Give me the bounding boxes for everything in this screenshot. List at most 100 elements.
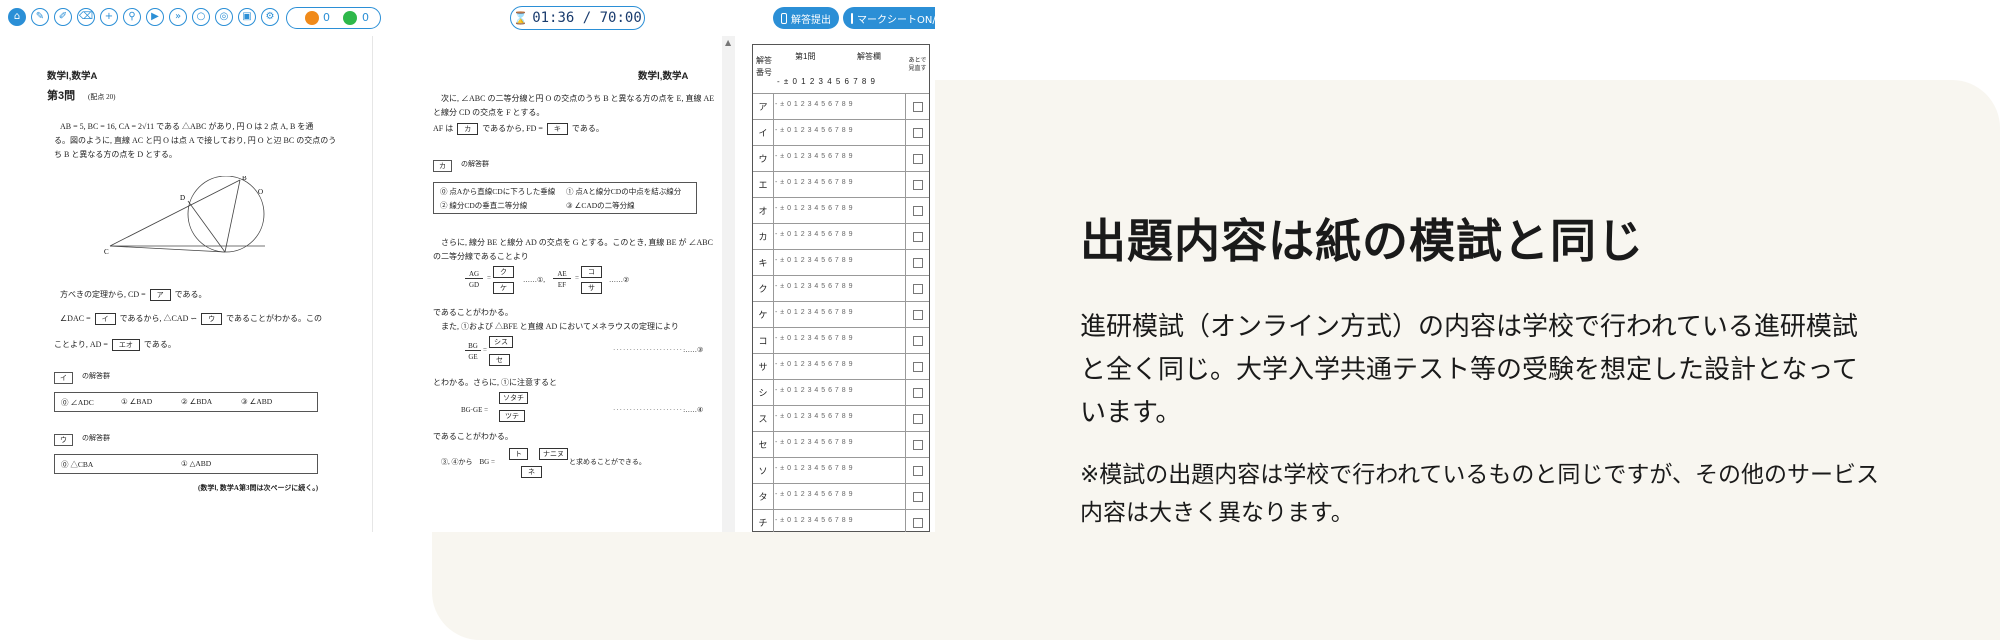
mark-row: ク- ± 0 1 2 3 4 5 6 7 8 9 bbox=[753, 275, 929, 302]
mark-row-label: サ bbox=[753, 354, 774, 380]
answer-option[interactable]: ① ∠BAD bbox=[121, 397, 152, 406]
answer-option[interactable]: ⓪ △CBA bbox=[61, 459, 93, 470]
answer-bubbles[interactable]: - ± 0 1 2 3 4 5 6 7 8 9 bbox=[775, 413, 853, 420]
col-answer-header: 解答欄 bbox=[857, 52, 881, 61]
review-later-checkbox[interactable] bbox=[913, 284, 923, 294]
review-later-checkbox[interactable] bbox=[913, 232, 923, 242]
mark-row-label: エ bbox=[753, 172, 774, 198]
answer-option[interactable]: ① 点Aと線分CDの中点を結ぶ線分 bbox=[566, 186, 681, 197]
answer-box[interactable]: ソタチ bbox=[499, 392, 528, 404]
mark-row-label: ソ bbox=[753, 458, 774, 484]
answer-box[interactable]: セ bbox=[489, 354, 510, 366]
answer-option[interactable]: ① △ABD bbox=[181, 459, 211, 468]
answer-bubbles[interactable]: - ± 0 1 2 3 4 5 6 7 8 9 bbox=[775, 257, 853, 264]
scroll-up-icon[interactable]: ▲ bbox=[725, 38, 731, 47]
review-later-checkbox[interactable] bbox=[913, 492, 923, 502]
orange-marker-icon bbox=[305, 11, 319, 25]
review-later-checkbox[interactable] bbox=[913, 466, 923, 476]
intro-line: る。図のように, 直線 AC と円 O は点 A で接しており, 円 O と辺 … bbox=[54, 136, 337, 145]
note-icon[interactable]: ✐ bbox=[54, 8, 72, 26]
answer-box[interactable]: カ bbox=[457, 123, 479, 135]
review-later-checkbox[interactable] bbox=[913, 440, 923, 450]
feature-heading: 出題内容は紙の模試と同じ bbox=[1080, 214, 1644, 268]
answer-box[interactable]: キ bbox=[546, 123, 568, 135]
answer-bubbles[interactable]: - ± 0 1 2 3 4 5 6 7 8 9 bbox=[775, 127, 853, 134]
page-scrollbar[interactable]: ▲ bbox=[722, 36, 735, 532]
settings-icon[interactable]: ⚙ bbox=[261, 8, 279, 26]
answer-bubbles[interactable]: - ± 0 1 2 3 4 5 6 7 8 9 bbox=[775, 439, 853, 446]
answer-box[interactable]: ナニヌ bbox=[539, 448, 568, 460]
intro-line: ち B と異なる方の点を D とする。 bbox=[54, 150, 177, 159]
answer-box[interactable]: エオ bbox=[111, 339, 140, 351]
answer-bubbles[interactable]: - ± 0 1 2 3 4 5 6 7 8 9 bbox=[775, 517, 853, 524]
af-text: AF は bbox=[433, 124, 454, 133]
answer-box[interactable]: サ bbox=[581, 282, 602, 294]
review-later-checkbox[interactable] bbox=[913, 336, 923, 346]
answer-box[interactable]: ツテ bbox=[499, 410, 525, 422]
review-later-checkbox[interactable] bbox=[913, 258, 923, 268]
answer-option[interactable]: ⓪ ∠ADC bbox=[61, 397, 94, 408]
marksheet-toggle-button[interactable]: マークシートON/OFF bbox=[843, 7, 935, 29]
answer-option[interactable]: ⓪ 点Aから直線CDに下ろした垂線 bbox=[440, 186, 555, 197]
answer-box[interactable]: コ bbox=[581, 266, 602, 278]
review-later-checkbox[interactable] bbox=[913, 310, 923, 320]
review-later-checkbox[interactable] bbox=[913, 362, 923, 372]
eraser-icon[interactable]: ⌫ bbox=[77, 8, 95, 26]
mark-row: セ- ± 0 1 2 3 4 5 6 7 8 9 bbox=[753, 431, 929, 458]
answer-bubbles[interactable]: - ± 0 1 2 3 4 5 6 7 8 9 bbox=[775, 101, 853, 108]
exam-timer: ⌛ 01:36 / 70:00 bbox=[510, 6, 645, 30]
circle-double-icon[interactable]: ◎ bbox=[215, 8, 233, 26]
review-later-checkbox[interactable] bbox=[913, 128, 923, 138]
answer-option[interactable]: ② ∠BDA bbox=[181, 397, 212, 406]
answer-bubbles[interactable]: - ± 0 1 2 3 4 5 6 7 8 9 bbox=[775, 179, 853, 186]
zoom-in-icon[interactable]: + bbox=[100, 8, 118, 26]
divider bbox=[905, 172, 906, 198]
home-icon[interactable]: ⌂ bbox=[8, 8, 26, 26]
search-icon[interactable]: ⚲ bbox=[123, 8, 141, 26]
review-later-checkbox[interactable] bbox=[913, 180, 923, 190]
submit-button[interactable]: 解答提出 bbox=[773, 7, 839, 29]
answer-bubbles[interactable]: - ± 0 1 2 3 4 5 6 7 8 9 bbox=[775, 361, 853, 368]
circle-icon[interactable]: ○ bbox=[192, 8, 210, 26]
ad-text: である。 bbox=[143, 340, 176, 349]
answer-box[interactable]: ア bbox=[149, 289, 171, 301]
review-later-checkbox[interactable] bbox=[913, 206, 923, 216]
fast-forward-icon[interactable]: » bbox=[169, 8, 187, 26]
review-later-checkbox[interactable] bbox=[913, 102, 923, 112]
answer-box[interactable]: イ bbox=[94, 313, 116, 325]
marker-counter[interactable]: 0 0 bbox=[286, 7, 381, 29]
answer-box[interactable]: ネ bbox=[521, 466, 542, 478]
paragraph-line: また, ①および △BFE と直線 AD においてメネラウスの定理により bbox=[441, 322, 679, 331]
toolbar: ⌂ ✎ ✐ ⌫ + ⚲ ▶ » ○ ◎ ▣ ⚙ 0 0 ⌛ 01:36 / 70… bbox=[0, 0, 935, 36]
answer-bubbles[interactable]: - ± 0 1 2 3 4 5 6 7 8 9 bbox=[775, 491, 853, 498]
answer-box[interactable]: ク bbox=[493, 266, 514, 278]
answer-option[interactable]: ③ ∠ABD bbox=[241, 397, 272, 406]
final-text: と求めることができる。 bbox=[569, 458, 646, 466]
answer-box[interactable]: シス bbox=[489, 336, 513, 348]
answer-option[interactable]: ② 線分CDの垂直二等分線 bbox=[440, 200, 527, 211]
answer-bubbles[interactable]: - ± 0 1 2 3 4 5 6 7 8 9 bbox=[775, 335, 853, 342]
answer-bubbles[interactable]: - ± 0 1 2 3 4 5 6 7 8 9 bbox=[775, 387, 853, 394]
pen-icon[interactable]: ✎ bbox=[31, 8, 49, 26]
review-later-checkbox[interactable] bbox=[913, 414, 923, 424]
answer-group-label: の解答群 bbox=[82, 434, 110, 442]
save-icon[interactable]: ▣ bbox=[238, 8, 256, 26]
answer-bubbles[interactable]: - ± 0 1 2 3 4 5 6 7 8 9 bbox=[775, 231, 853, 238]
answer-bubbles[interactable]: - ± 0 1 2 3 4 5 6 7 8 9 bbox=[775, 465, 853, 472]
divider bbox=[905, 510, 906, 532]
answer-box[interactable]: ケ bbox=[493, 282, 514, 294]
answer-bubbles[interactable]: - ± 0 1 2 3 4 5 6 7 8 9 bbox=[775, 205, 853, 212]
review-later-checkbox[interactable] bbox=[913, 388, 923, 398]
col-question-header: 第1問 bbox=[795, 52, 816, 61]
answer-box[interactable]: ト bbox=[509, 448, 528, 460]
exam-page-right: 数学Ⅰ,数学A 次に, ∠ABC の二等分線と円 O の交点のうち B と異なる… bbox=[372, 36, 723, 532]
answer-bubbles[interactable]: - ± 0 1 2 3 4 5 6 7 8 9 bbox=[775, 283, 853, 290]
play-icon[interactable]: ▶ bbox=[146, 8, 164, 26]
answer-option[interactable]: ③ ∠CADの二等分線 bbox=[566, 200, 635, 211]
review-later-checkbox[interactable] bbox=[913, 518, 923, 528]
answer-bubbles[interactable]: - ± 0 1 2 3 4 5 6 7 8 9 bbox=[775, 309, 853, 316]
mark-row: イ- ± 0 1 2 3 4 5 6 7 8 9 bbox=[753, 119, 929, 146]
answer-bubbles[interactable]: - ± 0 1 2 3 4 5 6 7 8 9 bbox=[775, 153, 853, 160]
review-later-checkbox[interactable] bbox=[913, 154, 923, 164]
answer-box[interactable]: ウ bbox=[201, 313, 223, 325]
